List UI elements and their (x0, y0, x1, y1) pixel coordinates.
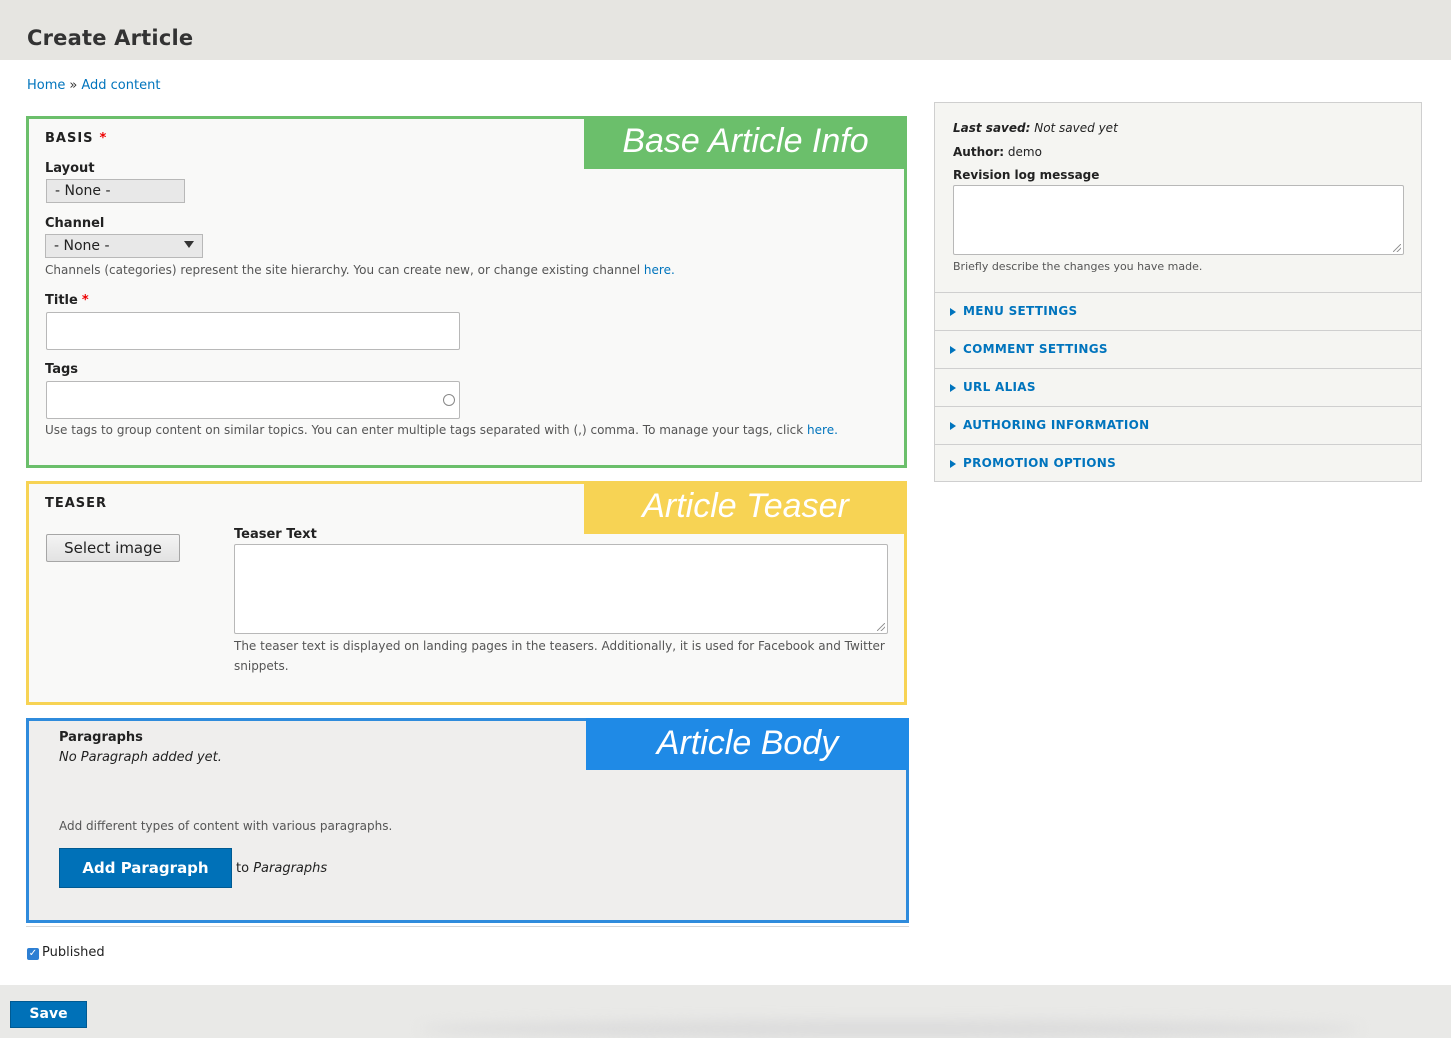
add-paragraph-to-text: to (236, 861, 250, 876)
select-image-button[interactable]: Select image (46, 534, 180, 562)
add-paragraph-button[interactable]: Add Paragraph (59, 848, 232, 888)
channel-here-link[interactable]: here. (644, 263, 675, 277)
tags-here-link[interactable]: here. (807, 423, 838, 437)
page-title: Create Article (27, 26, 194, 50)
chevron-down-icon (184, 241, 194, 248)
last-saved-label: Last saved: (953, 121, 1031, 135)
comment-settings-label: COMMENT SETTINGS (963, 342, 1108, 356)
title-input[interactable] (46, 312, 460, 350)
triangle-right-icon (950, 346, 956, 354)
menu-settings-section[interactable]: MENU SETTINGS (935, 292, 1421, 330)
tags-input[interactable] (46, 381, 460, 419)
revision-log-description: Briefly describe the changes you have ma… (953, 260, 1203, 273)
basis-legend-text: BASIS (45, 131, 94, 146)
base-article-info-flag: Base Article Info (584, 116, 907, 169)
basis-fieldset: Base Article Info BASIS * Layout - None -… (26, 116, 907, 468)
tags-description-text: Use tags to group content on similar top… (45, 423, 804, 437)
breadcrumb-separator: » (69, 78, 78, 93)
author-label: Author: (953, 145, 1005, 159)
published-checkbox[interactable]: ✓ (27, 948, 39, 960)
autocomplete-icon (443, 394, 455, 406)
teaser-text-label: Teaser Text (234, 527, 317, 542)
tags-label: Tags (45, 362, 79, 377)
author-info: Author: demo (953, 145, 1042, 159)
menu-settings-label: MENU SETTINGS (963, 304, 1078, 318)
channel-label: Channel (45, 216, 105, 231)
article-body-flag: Article Body (586, 718, 909, 770)
channel-select[interactable]: - None - (45, 234, 203, 258)
breadcrumb: Home » Add content (27, 78, 160, 93)
url-alias-section[interactable]: URL ALIAS (935, 368, 1421, 406)
authoring-information-section[interactable]: AUTHORING INFORMATION (935, 406, 1421, 444)
triangle-right-icon (950, 384, 956, 392)
article-teaser-flag: Article Teaser (584, 481, 907, 534)
published-label[interactable]: Published (42, 945, 105, 960)
no-paragraph-text: No Paragraph added yet. (59, 750, 222, 765)
add-paragraph-target-name: Paragraphs (253, 861, 328, 876)
last-saved: Last saved: Not saved yet (953, 121, 1118, 135)
layout-label: Layout (45, 161, 95, 176)
resize-grip-icon[interactable] (877, 623, 885, 631)
resize-grip-icon[interactable] (1393, 244, 1401, 252)
layout-select[interactable]: - None - (46, 179, 185, 203)
author-value: demo (1007, 145, 1042, 159)
channel-select-value: - None - (54, 238, 110, 254)
promotion-options-section[interactable]: PROMOTION OPTIONS (935, 444, 1421, 482)
paragraphs-fieldset: Article Body Paragraphs No Paragraph add… (26, 718, 909, 923)
page-header (0, 0, 1451, 60)
triangle-right-icon (950, 460, 956, 468)
promotion-options-label: PROMOTION OPTIONS (963, 456, 1117, 470)
triangle-right-icon (950, 422, 956, 430)
revision-log-label: Revision log message (953, 168, 1100, 182)
add-paragraph-target: to Paragraphs (236, 861, 327, 876)
teaser-legend: TEASER (45, 496, 108, 511)
channel-description-text: Channels (categories) represent the site… (45, 263, 641, 277)
teaser-description-line1: The teaser text is displayed on landing … (234, 639, 885, 653)
paragraphs-hint: Add different types of content with vari… (59, 819, 393, 833)
teaser-fieldset: Article Teaser TEASER Select image Tease… (26, 481, 907, 705)
triangle-right-icon (950, 308, 956, 316)
breadcrumb-home-link[interactable]: Home (27, 78, 65, 93)
last-saved-value: Not saved yet (1034, 121, 1118, 135)
teaser-textarea[interactable] (234, 544, 888, 634)
basis-legend: BASIS * (45, 131, 107, 146)
paragraphs-label: Paragraphs (59, 730, 143, 745)
save-button[interactable]: Save (10, 1001, 87, 1028)
divider (26, 926, 909, 927)
layout-select-value: - None - (55, 183, 111, 199)
comment-settings-section[interactable]: COMMENT SETTINGS (935, 330, 1421, 368)
title-label: Title * (45, 293, 89, 308)
title-required-marker: * (81, 293, 89, 308)
url-alias-label: URL ALIAS (963, 380, 1036, 394)
footer-shadow (420, 1020, 1360, 1038)
title-label-text: Title (45, 293, 78, 308)
meta-sidebar: Last saved: Not saved yet Author: demo R… (934, 102, 1422, 482)
teaser-description-line2: snippets. (234, 659, 289, 673)
revision-log-textarea[interactable] (953, 185, 1404, 255)
breadcrumb-add-content-link[interactable]: Add content (81, 78, 160, 93)
authoring-information-label: AUTHORING INFORMATION (963, 418, 1150, 432)
required-marker: * (99, 131, 108, 146)
tags-description: Use tags to group content on similar top… (45, 420, 838, 440)
channel-description: Channels (categories) represent the site… (45, 260, 675, 280)
